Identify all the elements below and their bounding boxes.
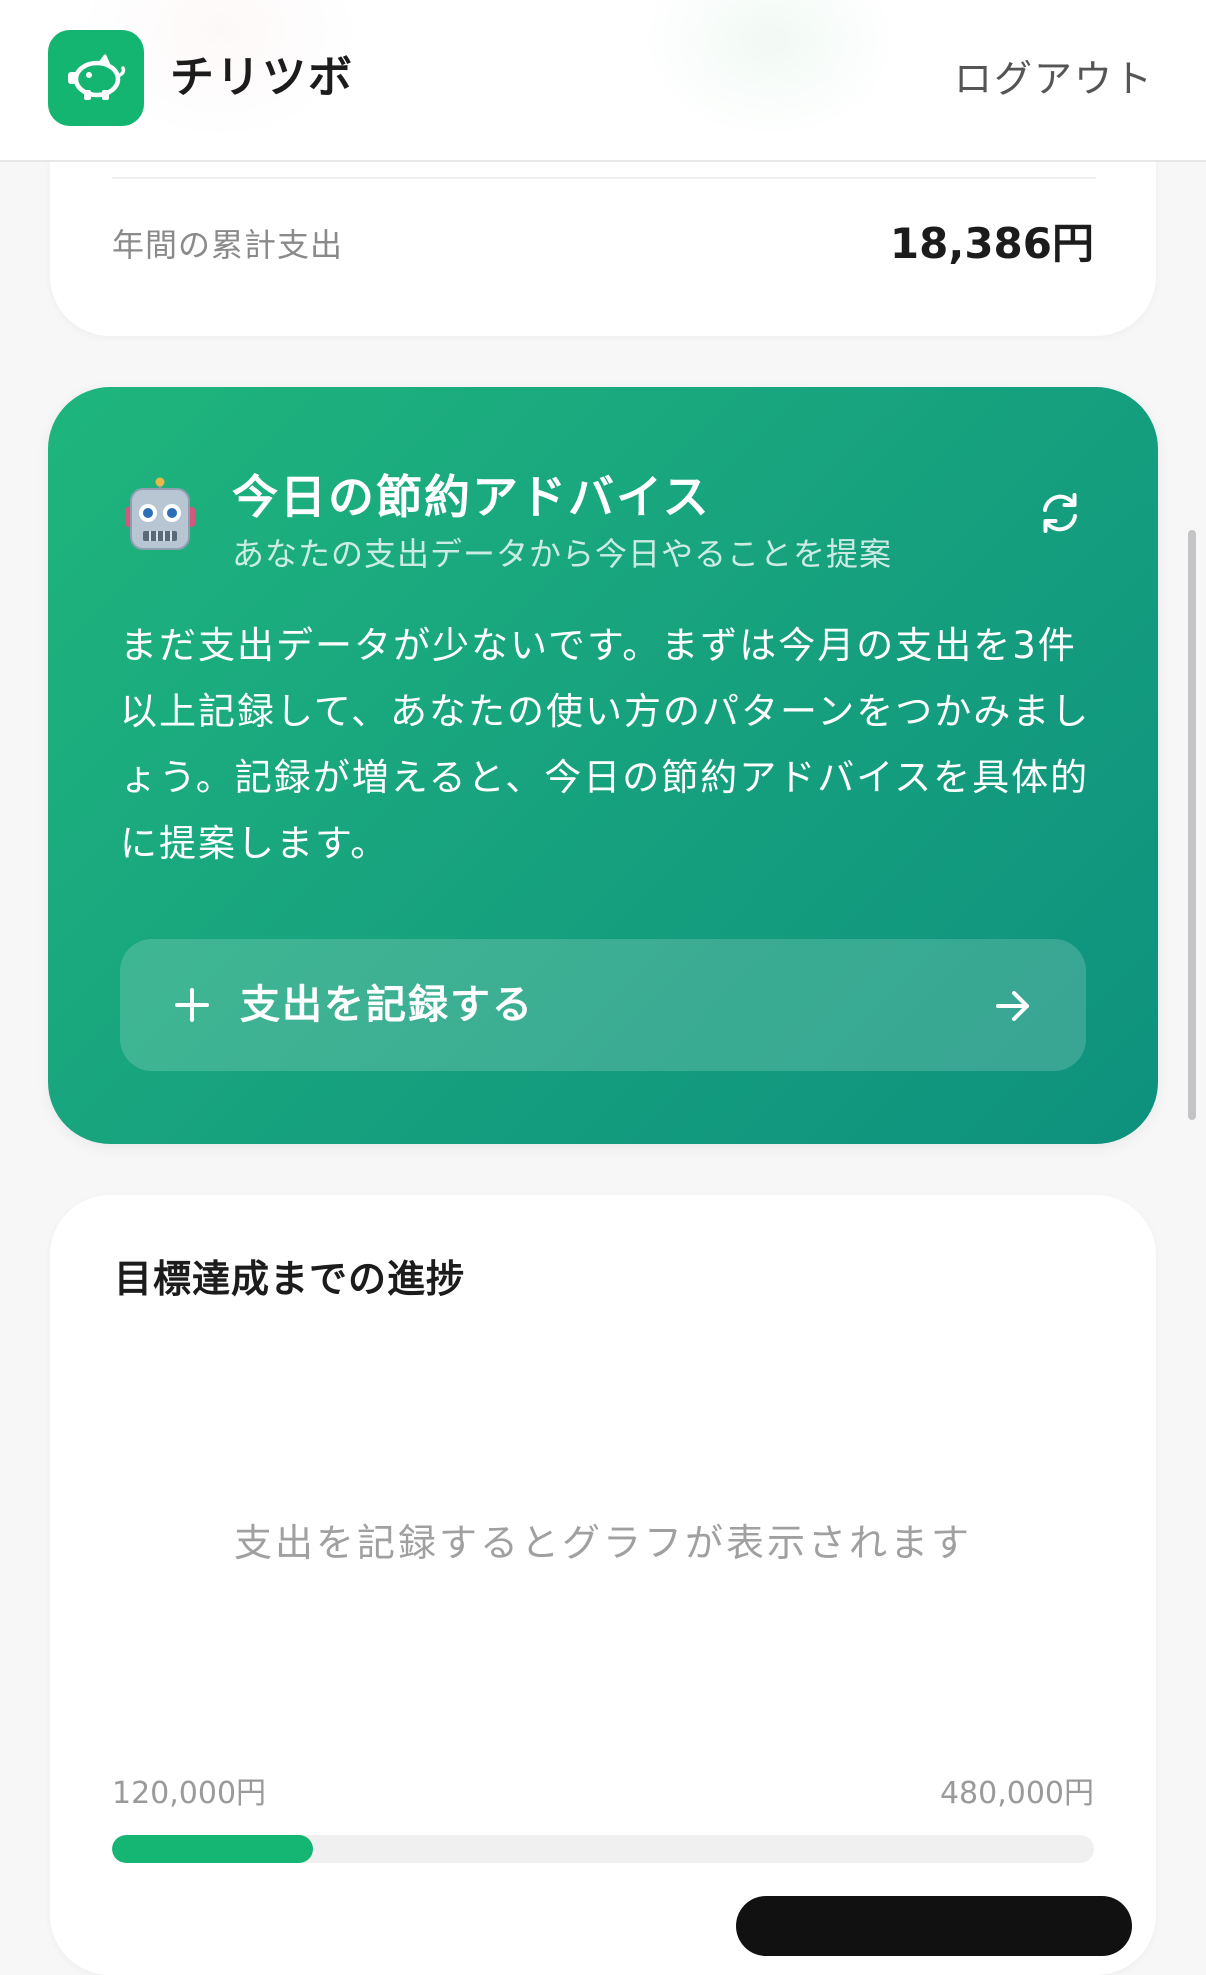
progress-max-label: 480,000円	[939, 1776, 1094, 1811]
floating-action-bar[interactable]	[736, 1896, 1132, 1956]
advice-body: まだ支出データが少ないです。まずは今月の支出を3件以上記録して、あなたの使い方の…	[120, 624, 1091, 865]
scrollbar[interactable]	[1188, 530, 1196, 1120]
record-expense-button[interactable]: 支出を記録する	[120, 939, 1086, 1071]
refresh-icon	[1043, 493, 1077, 533]
piggy-bank-icon	[68, 54, 126, 100]
arrow-right-icon	[996, 991, 1029, 1021]
chart-empty-message: 支出を記録するとグラフが表示されます	[233, 1521, 972, 1565]
refresh-button[interactable]	[1024, 477, 1096, 549]
advice-card: 今日の節約アドバイス あなたの支出データから今日やることを提案 まだ支出データが…	[48, 387, 1158, 1144]
annual-total-value: 18,386円	[889, 219, 1094, 268]
divider	[112, 177, 1096, 179]
goal-progress-title: 目標達成までの進捗	[114, 1257, 466, 1301]
annual-total-label: 年間の累計支出	[112, 226, 344, 264]
plus-icon	[175, 988, 209, 1022]
progress-bar-fill	[112, 1835, 314, 1863]
app-logo[interactable]	[48, 30, 144, 126]
logout-button[interactable]: ログアウト	[954, 54, 1154, 104]
advice-subtitle: あなたの支出データから今日やることを提案	[232, 535, 893, 573]
advice-title: 今日の節約アドバイス	[232, 470, 711, 524]
record-expense-label: 支出を記録する	[240, 982, 534, 1028]
progress-min-label: 120,000円	[112, 1776, 267, 1811]
robot-icon	[125, 477, 195, 550]
app-name: チリツボ	[170, 52, 354, 103]
goal-progress-card: 目標達成までの進捗 支出を記録するとグラフが表示されます 120,000円 48…	[50, 1195, 1156, 1975]
app-header: チリツボ ログアウト	[0, 0, 1206, 162]
progress-bar	[112, 1835, 1094, 1863]
header-decoration	[640, 0, 900, 140]
